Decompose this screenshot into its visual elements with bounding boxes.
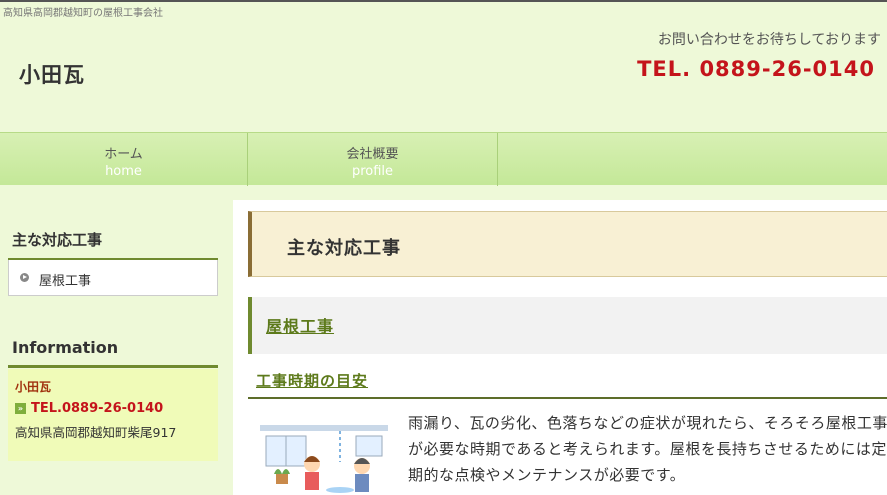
section-heading-link[interactable]: 屋根工事	[266, 313, 334, 337]
site-title[interactable]: 小田瓦	[19, 59, 85, 89]
nav-item-label: 会社概要	[346, 147, 399, 162]
body-text: 雨漏り、瓦の劣化、色落ちなどの症状が現れたら、そろそろ屋根工事が必要な時期である…	[408, 414, 887, 484]
sub-heading: 工事時期の目安	[248, 368, 887, 399]
nav-item-sublabel: home	[105, 164, 142, 179]
contact-message: お問い合わせをお待ちしております	[657, 32, 881, 48]
main-nav: ホーム home 会社概要 profile	[0, 132, 887, 186]
nav-item-home[interactable]: ホーム home	[0, 133, 248, 186]
nav-item-label: ホーム	[104, 147, 143, 162]
info-address: 高知県高岡郡越知町柴尾917	[15, 425, 177, 440]
sidebar-item-roofing[interactable]: 屋根工事	[8, 260, 218, 296]
info-company-name: 小田瓦	[15, 380, 52, 394]
roof-leak-illustration	[260, 422, 388, 495]
main-content: 主な対応工事 屋根工事 工事時期の目安 雨漏り、瓦の劣化、色落ちなどの症状が現れ…	[233, 200, 887, 495]
page-heading: 主な対応工事	[248, 211, 887, 277]
info-box: 小田瓦 » TEL.0889-26-0140 高知県高岡郡越知町柴尾917	[8, 369, 218, 461]
sidebar: 主な対応工事 屋根工事 Information 小田瓦 » TEL.0889-2…	[0, 200, 233, 495]
nav-item-sublabel: profile	[351, 164, 394, 179]
page-title: 主な対応工事	[287, 238, 401, 259]
circle-arrow-icon	[20, 273, 29, 282]
sidebar-info-heading: Information	[8, 338, 218, 368]
info-phone[interactable]: » TEL.0889-26-0140	[15, 401, 211, 416]
sidebar-item-label: 屋根工事	[39, 274, 92, 289]
site-tagline: 高知県高岡郡越知町の屋根工事会社	[3, 8, 163, 19]
nav-item-profile[interactable]: 会社概要 profile	[248, 133, 498, 186]
sidebar-works-heading: 主な対応工事	[8, 229, 218, 261]
top-border	[0, 0, 887, 2]
sub-heading-link[interactable]: 工事時期の目安	[256, 370, 368, 391]
double-arrow-icon: »	[15, 403, 26, 414]
section-heading: 屋根工事	[248, 297, 887, 354]
info-phone-number: TEL.0889-26-0140	[31, 401, 164, 416]
header-phone[interactable]: TEL. 0889-26-0140	[637, 57, 875, 81]
